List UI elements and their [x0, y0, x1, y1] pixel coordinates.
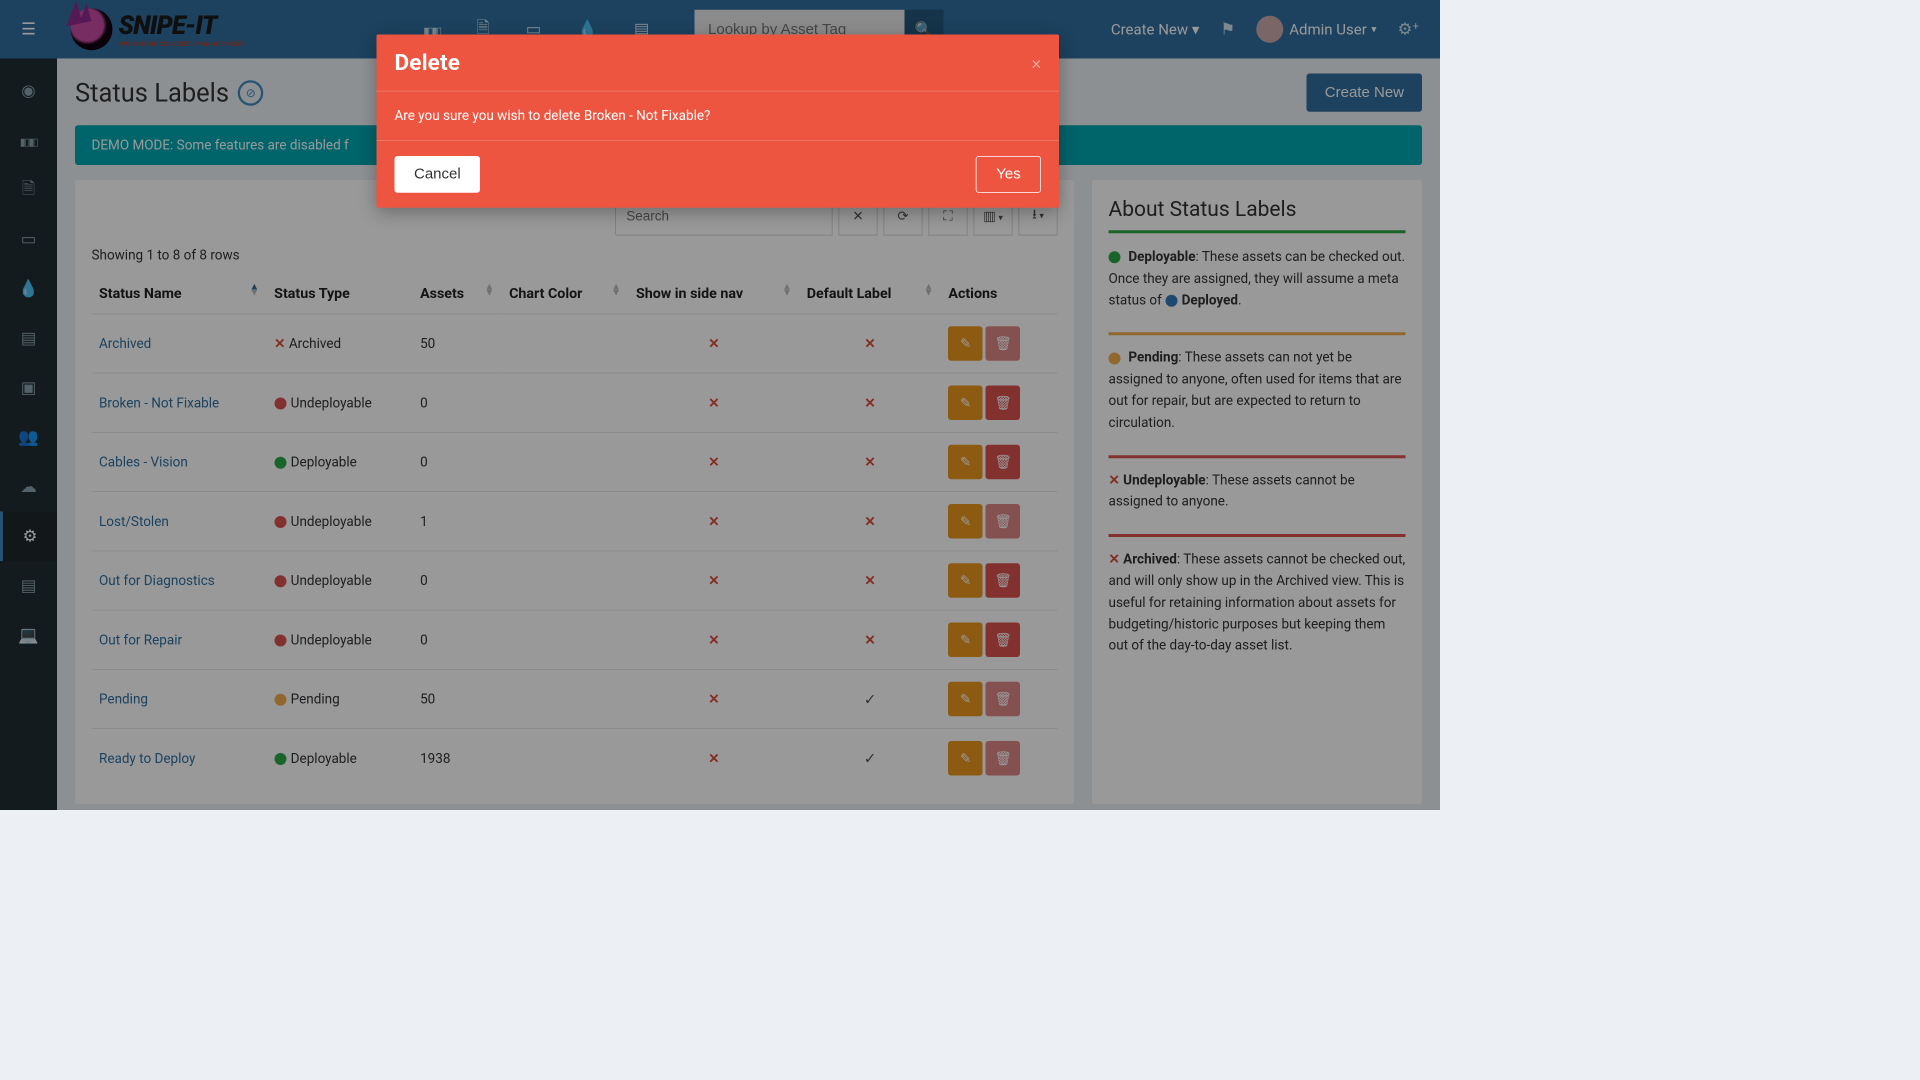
- modal-header: Delete ×: [377, 35, 1060, 92]
- modal-body: Are you sure you wish to delete Broken -…: [377, 92, 1060, 142]
- delete-confirm-modal: Delete × Are you sure you wish to delete…: [377, 35, 1060, 208]
- modal-close-button[interactable]: ×: [1032, 52, 1041, 73]
- cancel-button[interactable]: Cancel: [395, 156, 481, 193]
- modal-title: Delete: [395, 50, 461, 76]
- yes-button[interactable]: Yes: [976, 156, 1041, 193]
- modal-footer: Cancel Yes: [377, 141, 1060, 208]
